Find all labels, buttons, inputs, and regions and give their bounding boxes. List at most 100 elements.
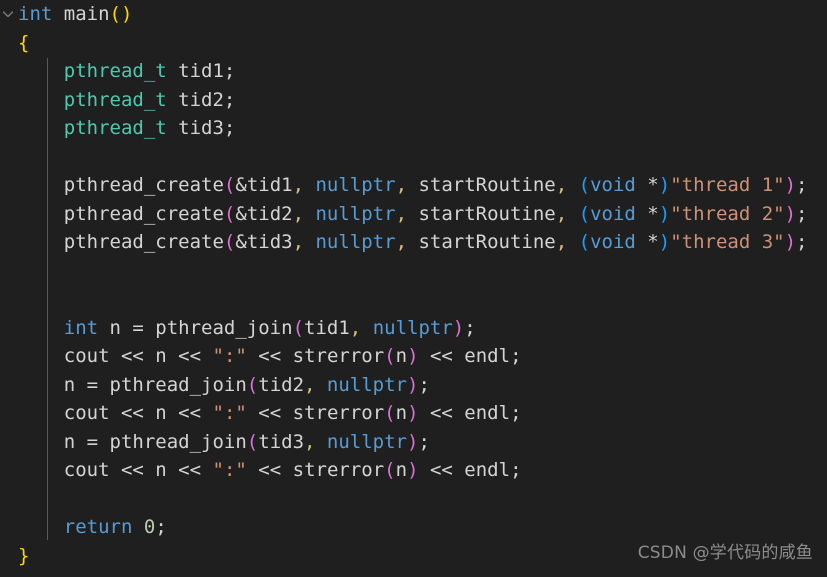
code-token: &tid2 [235, 202, 293, 225]
code-token: * [635, 174, 659, 196]
code-token: endl [452, 459, 511, 481]
code-token: ( [223, 202, 236, 225]
code-token: int [63, 316, 99, 339]
code-line[interactable] [0, 143, 827, 172]
code-token: { [18, 31, 30, 54]
code-token: << [429, 402, 453, 424]
code-token: n = [18, 373, 110, 396]
code-token: tid3 [258, 430, 305, 453]
code-token: &tid1 [235, 174, 293, 196]
code-token: endl [452, 402, 511, 424]
code-token: ; [796, 231, 808, 253]
code-token: << [429, 345, 453, 367]
code-token: int [18, 3, 53, 25]
code-line[interactable]: pthread_t tid3; [0, 114, 827, 143]
code-token: nullptr [372, 316, 453, 339]
csdn-watermark: CSDN @学代码的咸鱼 [637, 542, 813, 563]
code-line[interactable]: return 0; [0, 513, 827, 542]
code-line[interactable]: pthread_t tid2; [0, 86, 827, 115]
code-token: ) [407, 345, 419, 367]
code-token: strerror [292, 402, 385, 424]
code-token: ; [155, 516, 167, 538]
code-token: cout [18, 402, 121, 424]
code-token: pthread_join [109, 373, 247, 396]
code-token: ; [223, 60, 236, 82]
code-token: ; [510, 402, 522, 424]
code-token: main [63, 3, 110, 25]
code-token: ) [407, 430, 419, 453]
code-token: nullptr [315, 231, 396, 253]
code-token: pthread_t [63, 88, 167, 111]
code-token: pthread_t [63, 60, 167, 82]
code-line[interactable]: pthread_create(&tid2, nullptr, startRout… [0, 200, 827, 229]
code-token: ) [407, 459, 419, 481]
code-token: pthread_create [63, 202, 224, 225]
code-token: ( [246, 373, 259, 396]
code-token: ( [578, 202, 591, 225]
code-line[interactable]: pthread_create(&tid1, nullptr, startRout… [0, 171, 827, 200]
code-line[interactable]: int main() [0, 0, 827, 29]
code-line[interactable]: cout << n << ":" << strerror(n) << endl; [0, 342, 827, 371]
code-token: ) [784, 231, 797, 253]
code-line[interactable]: n = pthread_join(tid3, nullptr); [0, 428, 827, 457]
code-token: ( [223, 174, 236, 196]
code-token: ( [384, 459, 396, 481]
code-token: ( [223, 231, 236, 253]
code-token: strerror [292, 459, 385, 481]
code-token: nullptr [326, 430, 407, 453]
code-line[interactable] [0, 257, 827, 286]
code-token: ( [109, 3, 121, 25]
code-line[interactable] [0, 485, 827, 514]
code-token: void [590, 231, 636, 253]
code-token: n [395, 402, 408, 424]
code-token: pthread_join [155, 316, 293, 339]
code-token: tid1 [304, 316, 350, 339]
code-line[interactable]: cout << n << ":" << strerror(n) << endl; [0, 456, 827, 485]
code-token: ( [292, 316, 305, 339]
code-line[interactable]: { [0, 29, 827, 58]
code-token: ; [796, 202, 808, 225]
code-content[interactable]: int main(){ pthread_t tid1; pthread_t ti… [0, 0, 827, 570]
code-token: startRoutine [407, 231, 556, 253]
code-token: ) [452, 316, 465, 339]
code-token: n = [98, 316, 156, 339]
code-token: strerror [292, 345, 385, 367]
code-token: nullptr [326, 373, 407, 396]
code-editor[interactable]: int main(){ pthread_t tid1; pthread_t ti… [0, 0, 827, 577]
code-line[interactable]: n = pthread_join(tid2, nullptr); [0, 371, 827, 400]
code-token: , [395, 231, 408, 253]
code-token: n = [18, 430, 110, 453]
code-token: ":" [212, 402, 247, 424]
code-line[interactable]: int n = pthread_join(tid1, nullptr); [0, 314, 827, 343]
code-line[interactable]: cout << n << ":" << strerror(n) << endl; [0, 399, 827, 428]
code-line[interactable]: pthread_create(&tid3, nullptr, startRout… [0, 228, 827, 257]
code-token: tid2 [258, 373, 305, 396]
code-token: ) [658, 174, 671, 196]
code-token: ( [578, 231, 591, 253]
code-token: ) [784, 202, 797, 225]
code-token: * [635, 231, 659, 253]
code-token: "thread 1" [670, 174, 785, 196]
code-token: "thread 3" [670, 231, 785, 253]
code-token: , [395, 202, 408, 225]
code-line[interactable]: pthread_t tid1; [0, 57, 827, 86]
code-token: ; [510, 345, 522, 367]
code-line[interactable] [0, 285, 827, 314]
